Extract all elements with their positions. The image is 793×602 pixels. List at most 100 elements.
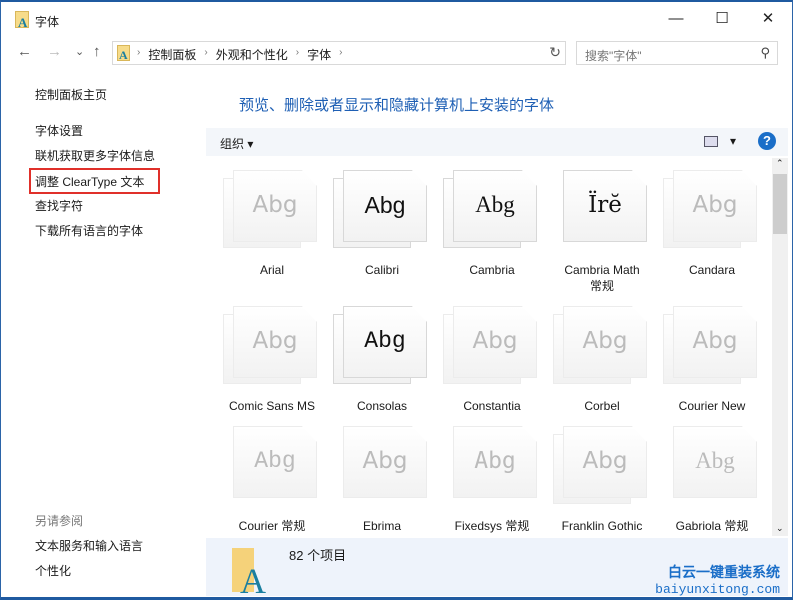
font-file-icon: Abg bbox=[663, 306, 758, 384]
font-file-icon: Abg bbox=[223, 426, 318, 504]
font-name: Courier 常规 bbox=[238, 519, 306, 533]
recent-locations-icon[interactable]: ⌄ bbox=[75, 45, 84, 58]
search-input[interactable]: 搜索"字体" ⚲ bbox=[576, 41, 778, 65]
close-button[interactable]: ✕ bbox=[745, 6, 791, 32]
font-tile[interactable]: Abg Franklin Gothic bbox=[543, 418, 653, 536]
font-sample: Abg bbox=[252, 192, 298, 218]
watermark-text: 白云一键重装系统 bbox=[668, 564, 780, 580]
font-file-icon: Abg bbox=[553, 426, 648, 504]
sidebar-item-download-fonts[interactable]: 下载所有语言的字体 bbox=[35, 222, 143, 239]
refresh-icon[interactable]: ↻ bbox=[549, 44, 561, 61]
watermark: 白云一键重装系统 baiyunxitong.com bbox=[655, 562, 780, 597]
font-sample: Abg bbox=[695, 448, 735, 473]
breadcrumb-appearance[interactable]: 外观和个性化 bbox=[216, 46, 288, 63]
font-name: Calibri bbox=[364, 263, 399, 277]
font-file-icon: Abg bbox=[223, 170, 318, 248]
watermark-url: baiyunxitong.com bbox=[655, 582, 780, 597]
font-name: Cambria Math 常规 bbox=[564, 263, 640, 293]
minimize-button[interactable]: — bbox=[653, 6, 699, 32]
scroll-down-icon[interactable]: ⌄ bbox=[776, 523, 784, 534]
font-name: Fixedsys 常规 bbox=[454, 519, 530, 533]
font-tile[interactable]: Abg Calibri bbox=[323, 162, 433, 292]
sidebar-item-get-more-fonts[interactable]: 联机获取更多字体信息 bbox=[35, 147, 155, 164]
sidebar-item-personalization[interactable]: 个性化 bbox=[35, 562, 71, 579]
breadcrumb: › 控制面板 › 外观和个性化 › 字体 › bbox=[137, 46, 343, 63]
font-sample: Abg bbox=[254, 448, 296, 474]
font-folder-icon: A bbox=[15, 11, 29, 30]
font-file-icon: Abg bbox=[333, 170, 428, 248]
font-tile[interactable]: Abg Consolas bbox=[323, 298, 433, 428]
font-sample: Abg bbox=[582, 448, 628, 474]
font-tile[interactable]: Abg Corbel bbox=[543, 298, 653, 428]
font-file-icon: Abg bbox=[663, 426, 758, 504]
sidebar-item-text-services[interactable]: 文本服务和输入语言 bbox=[35, 537, 143, 554]
font-tile[interactable]: Abg Candara bbox=[653, 162, 763, 292]
font-sample: Abg bbox=[582, 328, 628, 354]
scrollbar-thumb[interactable] bbox=[773, 174, 787, 234]
font-file-icon: Abg bbox=[663, 170, 758, 248]
breadcrumb-fonts[interactable]: 字体 bbox=[307, 46, 331, 63]
help-button[interactable]: ? bbox=[758, 132, 776, 150]
font-file-icon: Ïrĕ bbox=[553, 170, 648, 248]
vertical-scrollbar[interactable]: ⌃ ⌄ bbox=[772, 158, 788, 536]
font-file-icon: Abg bbox=[443, 170, 538, 248]
font-name: Ebrima bbox=[362, 519, 401, 533]
fonts-window: A 字体 — ☐ ✕ ← → ⌄ ↑ A › 控制面板 › 外观和个性化 › 字体 ›… bbox=[0, 0, 793, 601]
font-tile[interactable]: Abg Constantia bbox=[433, 298, 543, 428]
font-sample: Abg bbox=[474, 448, 516, 474]
sidebar-item-font-settings[interactable]: 字体设置 bbox=[35, 122, 83, 139]
font-file-icon: Abg bbox=[443, 306, 538, 384]
font-sample: Ïrĕ bbox=[588, 192, 622, 218]
font-tile[interactable]: Abg Arial bbox=[213, 162, 323, 292]
sidebar-item-find-character[interactable]: 查找字符 bbox=[35, 197, 83, 214]
font-name: Candara bbox=[688, 263, 736, 277]
forward-arrow-icon[interactable]: → bbox=[47, 43, 62, 60]
page-title: 预览、删除或者显示和隐藏计算机上安装的字体 bbox=[239, 97, 555, 114]
see-also-heading: 另请参阅 bbox=[35, 514, 84, 528]
font-sample: Abg bbox=[364, 328, 406, 354]
details-pane: A 82 个项目 白云一键重装系统 baiyunxitong.com bbox=[206, 538, 788, 601]
up-arrow-icon[interactable]: ↑ bbox=[93, 43, 101, 60]
organize-menu-button[interactable]: 组织 ▾ bbox=[220, 135, 253, 152]
maximize-button[interactable]: ☐ bbox=[699, 6, 745, 32]
font-tile[interactable]: Abg Comic Sans MS bbox=[213, 298, 323, 428]
font-sample: Abg bbox=[252, 328, 298, 354]
font-sample: Abg bbox=[692, 328, 738, 354]
font-tile[interactable]: Abg Ebrima bbox=[323, 418, 433, 536]
view-icon[interactable] bbox=[704, 136, 718, 147]
font-file-icon: Abg bbox=[553, 306, 648, 384]
font-sample: Abg bbox=[364, 192, 406, 218]
breadcrumb-control-panel[interactable]: 控制面板 bbox=[148, 46, 196, 63]
sidebar-item-control-panel-home[interactable]: 控制面板主页 bbox=[35, 86, 107, 103]
font-folder-icon: A bbox=[232, 548, 266, 601]
cleartype-highlight-box bbox=[29, 168, 160, 194]
font-name: Arial bbox=[259, 263, 284, 277]
font-name: Comic Sans MS bbox=[228, 399, 316, 413]
font-sample: Abg bbox=[472, 328, 518, 354]
address-bar[interactable]: A › 控制面板 › 外观和个性化 › 字体 › ↻ bbox=[112, 41, 566, 65]
font-file-icon: Abg bbox=[223, 306, 318, 384]
item-count: 82 个项目 bbox=[289, 548, 347, 563]
navigation-bar: ← → ⌄ ↑ A › 控制面板 › 外观和个性化 › 字体 › ↻ 搜索"字体" ⚲ bbox=[1, 40, 792, 66]
font-tile[interactable]: Abg Courier New bbox=[653, 298, 763, 428]
font-file-icon: Abg bbox=[443, 426, 538, 504]
toolbar: 组织 ▾ ▾ ? bbox=[206, 128, 788, 156]
title-bar: A 字体 — ☐ ✕ bbox=[1, 2, 792, 38]
search-placeholder: 搜索"字体" bbox=[585, 49, 642, 63]
back-arrow-icon[interactable]: ← bbox=[17, 43, 32, 60]
font-name: Cambria bbox=[469, 263, 515, 277]
font-tile[interactable]: Abg Gabriola 常规 bbox=[653, 418, 763, 536]
font-name: Gabriola 常规 bbox=[675, 519, 749, 533]
scroll-up-icon[interactable]: ⌃ bbox=[776, 158, 784, 169]
font-tile[interactable]: Abg Courier 常规 bbox=[213, 418, 323, 536]
search-icon: ⚲ bbox=[760, 45, 770, 60]
view-dropdown-button[interactable]: ▾ bbox=[730, 134, 736, 148]
window-title: 字体 bbox=[35, 15, 60, 29]
font-file-icon: Abg bbox=[333, 306, 428, 384]
font-tile[interactable]: Abg Cambria bbox=[433, 162, 543, 292]
font-folder-icon: A bbox=[117, 45, 130, 62]
font-sample: Abg bbox=[475, 192, 515, 217]
font-name: Corbel bbox=[584, 399, 620, 413]
font-tile[interactable]: Abg Fixedsys 常规 bbox=[433, 418, 543, 536]
font-tile[interactable]: Ïrĕ Cambria Math 常规 bbox=[543, 162, 653, 293]
